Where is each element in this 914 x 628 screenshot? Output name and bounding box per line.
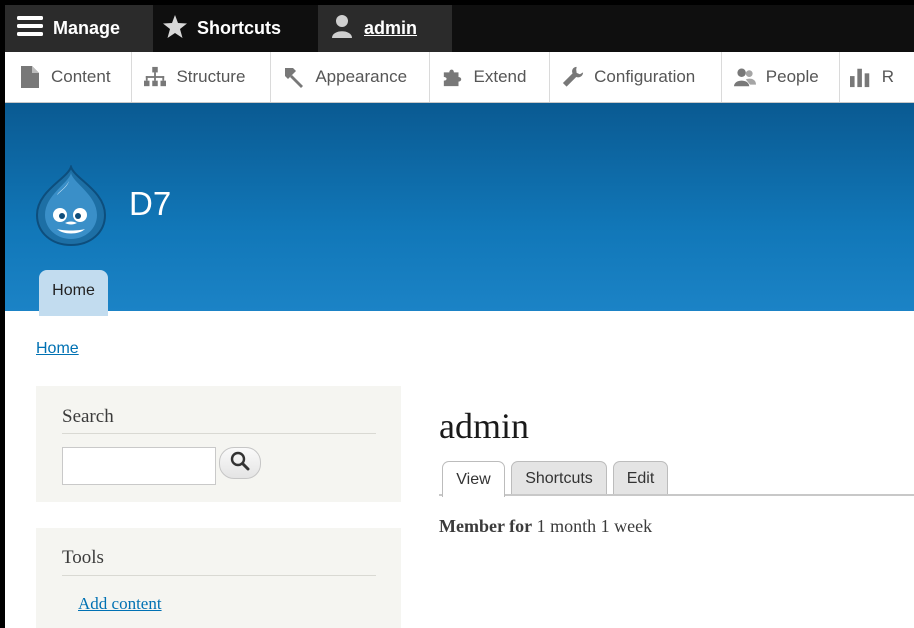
sitemap-icon <box>144 66 167 88</box>
tray-item-configuration[interactable]: Configuration <box>550 52 722 102</box>
tray-item-appearance[interactable]: Appearance <box>271 52 430 102</box>
shortcuts-label: Shortcuts <box>197 18 282 38</box>
divider <box>62 575 376 576</box>
page-title: admin <box>439 406 529 446</box>
site-name[interactable]: D7 <box>129 185 171 223</box>
search-block-title: Search <box>62 406 114 427</box>
tray-item-people[interactable]: People <box>722 52 840 102</box>
wrench-icon <box>562 66 584 88</box>
paintbrush-icon <box>283 66 305 88</box>
search-block: Search <box>36 386 401 502</box>
admin-toolbar: Manage Shortcuts admin <box>5 5 914 52</box>
tray-item-label: Extend <box>473 67 527 86</box>
tray-item-label: Appearance <box>315 67 408 86</box>
people-icon <box>733 66 756 88</box>
member-for-label: Member for <box>439 516 533 536</box>
site-header: D7 Home <box>5 103 914 316</box>
user-account-button[interactable]: admin <box>318 5 452 52</box>
tray-item-label: Configuration <box>594 67 696 86</box>
user-icon <box>330 14 354 43</box>
document-icon <box>19 66 41 88</box>
bar-chart-icon <box>849 66 872 88</box>
manage-label: Manage <box>53 18 121 38</box>
tray-item-label: Content <box>51 67 111 86</box>
manage-button[interactable]: Manage <box>5 5 153 52</box>
tab-view[interactable]: View <box>442 461 505 497</box>
tab-shortcuts[interactable]: Shortcuts <box>511 461 607 495</box>
tray-item-reports[interactable]: R <box>840 52 914 102</box>
page-frame: Manage Shortcuts admin Content Structure… <box>5 5 914 628</box>
shortcuts-button[interactable]: Shortcuts <box>153 5 318 52</box>
puzzle-icon <box>442 66 464 88</box>
tools-block-title: Tools <box>62 547 104 568</box>
user-label: admin <box>364 18 418 38</box>
search-button[interactable] <box>219 447 261 479</box>
tools-block: Tools Add content <box>36 528 401 628</box>
hamburger-icon <box>17 15 43 42</box>
admin-menu-tray: Content Structure Appearance Extend Conf… <box>5 52 914 103</box>
tray-item-label: People <box>765 67 819 86</box>
star-icon <box>163 14 187 43</box>
drupal-logo[interactable] <box>35 163 107 247</box>
tray-item-label: R <box>881 67 895 86</box>
breadcrumb-home[interactable]: Home <box>36 340 79 358</box>
member-for-value: 1 month 1 week <box>536 516 653 536</box>
tab-edit[interactable]: Edit <box>613 461 668 495</box>
tray-item-structure[interactable]: Structure <box>132 52 272 102</box>
member-for: Member for 1 month 1 week <box>439 516 652 537</box>
primary-tab-home[interactable]: Home <box>39 270 108 316</box>
search-input[interactable] <box>62 447 216 485</box>
tray-item-extend[interactable]: Extend <box>430 52 551 102</box>
tray-item-content[interactable]: Content <box>5 52 133 102</box>
tray-item-label: Structure <box>176 67 246 86</box>
search-icon <box>230 451 250 476</box>
add-content-link[interactable]: Add content <box>78 594 162 614</box>
divider <box>62 433 376 434</box>
tabs-divider <box>439 494 914 496</box>
